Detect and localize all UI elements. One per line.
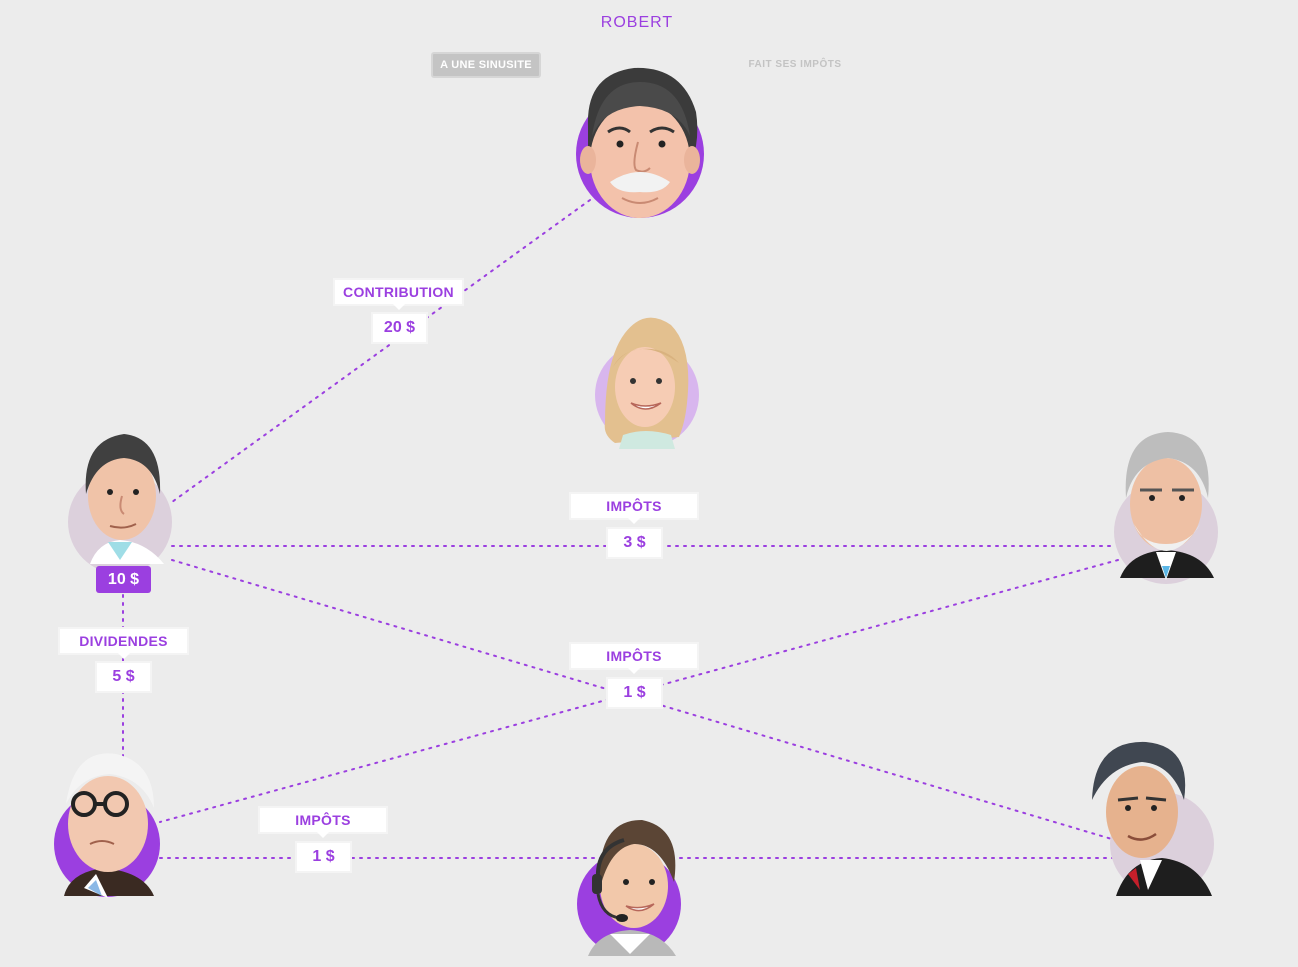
avatar-doctor[interactable] (68, 430, 178, 570)
avatar-businessman[interactable] (1088, 740, 1218, 900)
link-robert-doctor (171, 199, 591, 503)
avatar-woman[interactable] (575, 303, 703, 453)
flow-label-impots-bottom: IMPÔTS (260, 808, 386, 838)
flow-label-dividendes: DIVIDENDES (60, 629, 187, 659)
flow-amount-dividendes: 5 $ (97, 663, 150, 691)
flow-amount-impots-doctor-politician: 3 $ (608, 529, 661, 557)
page-title: ROBERT (600, 14, 674, 31)
doctor-balance-badge: 10 $ (96, 566, 151, 593)
flow-label-impots-center: IMPÔTS (571, 644, 697, 674)
avatar-investor[interactable] (50, 748, 165, 900)
flow-amount-contribution: 20 $ (373, 314, 426, 342)
avatar-politician[interactable] (1110, 428, 1220, 588)
avatar-robert[interactable] (570, 52, 710, 224)
state-sinusitis-button[interactable]: A UNE SINUSITE (431, 52, 541, 78)
flow-label-impots-doctor-politician: IMPÔTS (571, 494, 697, 524)
flow-amount-impots-center: 1 $ (608, 679, 661, 707)
avatar-agent[interactable] (574, 818, 686, 960)
flow-amount-impots-bottom: 1 $ (297, 843, 350, 871)
flow-label-contribution: CONTRIBUTION (335, 280, 462, 310)
network-diagram: ROBERT A UNE SINUSITE FAIT SES IMPÔTS 10… (0, 0, 1298, 967)
state-taxes-link[interactable]: FAIT SES IMPÔTS (740, 59, 850, 70)
